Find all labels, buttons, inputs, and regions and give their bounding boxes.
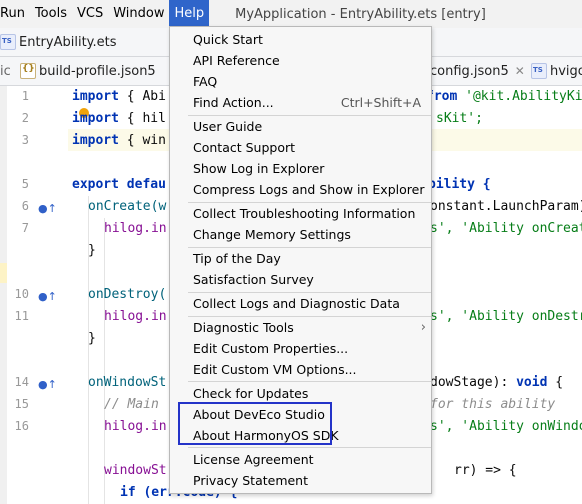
menu-separator: [188, 381, 431, 382]
code-line: windowSt: [104, 463, 167, 478]
tool-window-strip: [0, 86, 7, 504]
menu-vcs[interactable]: VCS: [72, 0, 108, 28]
tab-label: config.json5: [430, 63, 509, 79]
menu-item-tip-of-day[interactable]: Tip of the Day: [170, 248, 431, 269]
window-title: MyApplication - EntryAbility.ets [entry]: [235, 6, 486, 22]
change-marker: [0, 263, 7, 283]
json-file-icon: [20, 63, 36, 79]
tab-label: build-profile.json5: [39, 63, 156, 79]
menu-item-satisfaction-survey[interactable]: Satisfaction Survey: [170, 269, 431, 290]
tab-hvigo[interactable]: hvigo: [531, 57, 582, 85]
code-line: dowStage): void {: [430, 375, 564, 390]
tab-label: EntryAbility.ets: [19, 34, 117, 50]
menu-separator: [188, 447, 431, 448]
code-line: hilog.in: [104, 419, 167, 434]
code-line: rr) => {: [454, 463, 517, 478]
code-line: hilog.in: [104, 309, 167, 324]
menu-item-about-harmonyos-sdk[interactable]: About HarmonyOS SDK: [170, 425, 431, 446]
editor-gutter: 1 2 3 5 6 7 10 11 14 15 16 ●↑ ●↑ ●↑: [0, 86, 68, 504]
menu-run[interactable]: Run: [0, 0, 30, 28]
menu-item-collect-troubleshooting[interactable]: Collect Troubleshooting Information: [170, 203, 431, 224]
tab-label: hvigo: [550, 63, 582, 79]
code-line: bility {: [428, 177, 491, 192]
menu-help[interactable]: Help: [169, 0, 210, 28]
tab-config[interactable]: config.json5 ✕: [430, 57, 525, 85]
menu-item-collect-logs[interactable]: Collect Logs and Diagnostic Data: [170, 293, 431, 314]
menu-item-about-deveco[interactable]: About DevEco Studio: [170, 404, 431, 425]
tab-label: ic: [0, 63, 11, 79]
code-line: export defau: [72, 177, 166, 192]
menu-item-show-log[interactable]: Show Log in Explorer: [170, 158, 431, 179]
close-icon[interactable]: ✕: [515, 64, 525, 78]
submenu-arrow-icon: ›: [420, 320, 426, 335]
menu-item-privacy[interactable]: Privacy Statement: [170, 470, 431, 491]
code-line: s', 'Ability onWindo: [430, 419, 582, 434]
code-line: s', 'Ability onCreat: [430, 221, 582, 236]
menu-item-find-action[interactable]: Find Action... Ctrl+Shift+A: [170, 92, 431, 113]
code-line: import { win: [72, 133, 166, 148]
menu-item-api-reference[interactable]: API Reference: [170, 50, 431, 71]
code-line: sKit';: [436, 111, 483, 126]
menu-window[interactable]: Window: [108, 0, 169, 28]
tab-fragment[interactable]: ic: [0, 57, 11, 85]
menu-item-user-guide[interactable]: User Guide: [170, 116, 431, 137]
menu-item-quick-start[interactable]: Quick Start: [170, 29, 431, 50]
menu-item-check-updates[interactable]: Check for Updates: [170, 383, 431, 404]
menu-item-edit-properties[interactable]: Edit Custom Properties...: [170, 338, 431, 359]
code-line: // Main: [104, 397, 159, 412]
code-line: onWindowSt: [88, 375, 167, 390]
code-line: }: [88, 331, 96, 346]
typescript-file-icon: [531, 63, 547, 79]
code-line: import { hil: [72, 111, 166, 126]
implements-method-icon[interactable]: ●↑: [38, 290, 57, 304]
code-line: onCreate(w: [88, 199, 167, 214]
menu-item-change-memory[interactable]: Change Memory Settings: [170, 224, 431, 245]
implements-method-icon[interactable]: ●↑: [38, 202, 57, 216]
main-menu-bar: Run Tools VCS Window Help MyApplication …: [0, 0, 582, 28]
code-line: onDestroy(: [88, 287, 167, 302]
code-line: onstant.LaunchParam): [430, 199, 582, 214]
menu-item-faq[interactable]: FAQ: [170, 71, 431, 92]
menu-item-diagnostic-tools[interactable]: Diagnostic Tools ›: [170, 317, 431, 338]
shortcut-hint: Ctrl+Shift+A: [340, 95, 421, 110]
typescript-file-icon: [0, 34, 16, 50]
menu-item-edit-vm-options[interactable]: Edit Custom VM Options...: [170, 359, 431, 380]
implements-method-icon[interactable]: ●↑: [38, 378, 57, 392]
tab-entryability[interactable]: EntryAbility.ets: [0, 28, 117, 56]
code-line: hilog.in: [104, 221, 167, 236]
code-line: s', 'Ability onDestr: [430, 309, 582, 324]
code-line: for this ability: [430, 397, 556, 412]
code-line: }: [88, 243, 96, 258]
code-line: from '@kit.AbilityKi: [426, 89, 582, 104]
menu-item-compress-logs[interactable]: Compress Logs and Show in Explorer: [170, 179, 431, 200]
menu-item-license[interactable]: License Agreement: [170, 449, 431, 470]
tab-build-profile[interactable]: build-profile.json5: [20, 57, 156, 85]
code-line: import { Abi: [72, 89, 166, 104]
menu-item-contact-support[interactable]: Contact Support: [170, 137, 431, 158]
menu-tools[interactable]: Tools: [30, 0, 72, 28]
help-menu-dropdown: Quick Start API Reference FAQ Find Actio…: [169, 26, 432, 494]
